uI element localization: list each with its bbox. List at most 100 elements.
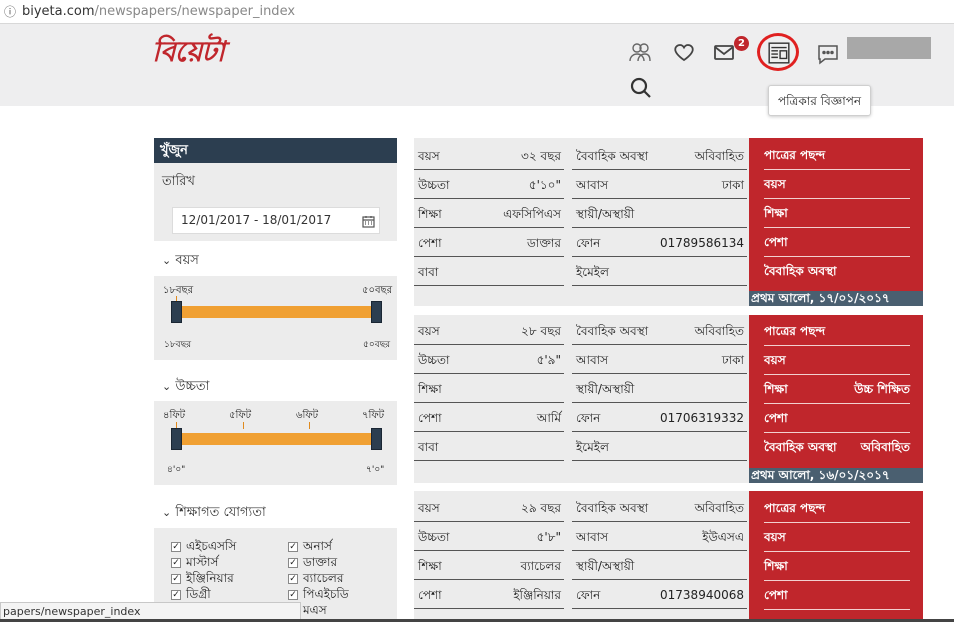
ad-card: বয়স ২৯ বছর বৈবাহিক অবস্থা অবিবাহিত উচ্চতা…: [414, 491, 923, 622]
pref-key: পেশা: [764, 588, 788, 602]
date-range-input[interactable]: 12/01/2017 - 18/01/2017: [172, 207, 380, 234]
preference-panel: পাত্রের পছন্দ বয়স শিক্ষা পেশা বৈবাহিক অ…: [749, 138, 923, 291]
checkbox-checked-icon[interactable]: ✓: [288, 557, 298, 568]
pref-key: শিক্ষা: [764, 559, 788, 573]
education-checkbox[interactable]: ✓ ইঞ্জিনিয়ার: [171, 571, 234, 585]
detail-cell: শিক্ষা ব্যাচেলর: [414, 552, 564, 580]
detail-key: বয়স: [418, 501, 440, 515]
height-tick: ৬ফিট: [296, 410, 319, 421]
date-label: তারিখ: [162, 174, 195, 189]
detail-key: আবাস: [576, 178, 609, 192]
education-checkbox[interactable]: ✓ ডাক্তার: [288, 555, 337, 569]
detail-key: স্থায়ী/অস্থায়ী: [576, 207, 635, 221]
checkbox-checked-icon[interactable]: ✓: [288, 541, 298, 552]
detail-cell: শিক্ষা এফসিপিএস: [414, 200, 564, 228]
detail-cell: ফোন 01738940068: [572, 581, 747, 609]
height-tick: ৪ফিট: [163, 410, 186, 421]
mail-icon[interactable]: [712, 40, 736, 64]
detail-cell: উচ্চতা ৫'৯": [414, 346, 564, 374]
detail-value: ঢাকা: [721, 178, 744, 192]
detail-cell: স্থায়ী/অস্থায়ী: [572, 200, 747, 228]
url-path: /newspapers/newspaper_index: [94, 4, 296, 19]
height-min-handle[interactable]: [171, 428, 182, 450]
pref-row: বয়স: [764, 523, 910, 552]
detail-key: বাবা: [418, 265, 439, 279]
detail-key: ইমেইল: [576, 265, 609, 279]
checkbox-label: এইচএসসি: [186, 539, 237, 553]
user-name-box[interactable]: [847, 37, 931, 59]
height-max-handle[interactable]: [371, 428, 382, 450]
pref-row: পেশা: [764, 228, 910, 257]
ad-details: বয়স ৩২ বছর বৈবাহিক অবস্থা অবিবাহিত উচ্চতা…: [414, 138, 749, 306]
pref-key: বয়স: [764, 177, 786, 191]
detail-cell: বৈবাহিক অবস্থা অবিবাহিত: [572, 494, 747, 522]
age-max-tick: ৫০বছর: [362, 285, 393, 296]
height-filter-toggle[interactable]: ⌄ উচ্চতা: [162, 377, 209, 398]
age-max-handle[interactable]: [371, 301, 382, 323]
users-icon[interactable]: [628, 40, 652, 64]
detail-key: শিক্ষা: [418, 207, 442, 221]
age-min-handle[interactable]: [171, 301, 182, 323]
pref-key: বৈবাহিক অবস্থা: [764, 440, 837, 454]
detail-value: ২৯ বছর: [521, 501, 561, 515]
pref-row: শিক্ষা: [764, 199, 910, 228]
height-tick: ৭ফিট: [362, 410, 385, 421]
detail-key: ফোন: [576, 588, 601, 602]
age-slider-track[interactable]: [176, 306, 376, 318]
checkbox-label: ডিগ্রী: [186, 587, 211, 601]
detail-value: ডাক্তার: [526, 236, 561, 250]
chevron-down-icon: ⌄: [162, 254, 172, 267]
education-label: শিক্ষাগত যোগ্যতা: [175, 505, 266, 520]
search-icon[interactable]: [629, 76, 653, 100]
age-label: বয়স: [175, 253, 199, 268]
checkbox-checked-icon[interactable]: ✓: [288, 589, 298, 600]
address-bar[interactable]: ⓘ biyeta.com/newspapers/newspaper_index: [0, 0, 954, 24]
pref-row: শিক্ষা উচ্চ শিক্ষিত: [764, 375, 910, 404]
education-checkbox[interactable]: ✓ ব্যাচেলর: [288, 571, 343, 585]
pref-key: পাত্রের পছন্দ: [764, 324, 826, 338]
education-checkbox[interactable]: ✓ মাস্টার্স: [171, 555, 218, 569]
age-min-tick: ১৮বছর: [163, 285, 194, 296]
calendar-icon[interactable]: [362, 213, 375, 228]
education-checkbox[interactable]: ✓ পিএইচডি: [288, 587, 349, 601]
detail-value: ২৮ বছর: [521, 324, 561, 338]
education-checkbox[interactable]: ✓ ডিগ্রী: [171, 587, 211, 601]
detail-key: বৈবাহিক অবস্থা: [576, 149, 649, 163]
detail-value: এফসিপিএস: [503, 207, 561, 221]
detail-value: ঢাকা: [721, 353, 744, 367]
education-checkbox[interactable]: ✓ অনার্স: [288, 539, 332, 553]
detail-cell: ইমেইল: [572, 258, 747, 286]
checkbox-checked-icon[interactable]: ✓: [171, 589, 181, 600]
pref-value: উচ্চ শিক্ষিত: [854, 382, 910, 396]
site-logo[interactable]: বিয়েটা: [152, 30, 225, 77]
checkbox-checked-icon[interactable]: ✓: [171, 541, 181, 552]
age-filter-toggle[interactable]: ⌄ বয়স: [162, 251, 199, 272]
checkbox-checked-icon[interactable]: ✓: [288, 573, 298, 584]
detail-key: স্থায়ী/অস্থায়ী: [576, 559, 635, 573]
sidebar-title: খুঁজুন: [154, 138, 397, 163]
height-slider-track[interactable]: [176, 433, 376, 445]
pref-key: পাত্রের পছন্দ: [764, 148, 826, 162]
checkbox-checked-icon[interactable]: ✓: [171, 573, 181, 584]
pref-key: বয়স: [764, 353, 786, 367]
heart-icon[interactable]: [672, 40, 696, 64]
site-info-icon[interactable]: ⓘ: [4, 0, 16, 24]
preference-panel: পাত্রের পছন্দ বয়স শিক্ষা উচ্চ শিক্ষিত পে…: [749, 315, 923, 468]
detail-key: স্থায়ী/অস্থায়ী: [576, 382, 635, 396]
detail-value: অবিবাহিত: [694, 324, 744, 338]
pref-row: বয়স: [764, 170, 910, 199]
education-checkbox[interactable]: ✓ এইচএসসি: [171, 539, 236, 553]
detail-value: ৫'৮": [536, 530, 561, 544]
checkbox-checked-icon[interactable]: ✓: [171, 557, 181, 568]
url-host: biyeta.com: [22, 4, 95, 19]
chat-icon[interactable]: [816, 42, 840, 66]
detail-key: শিক্ষা: [418, 382, 442, 396]
checkbox-label-partial: মএস: [303, 603, 327, 617]
pref-row: বৈবাহিক অবস্থা অবিবাহিত: [764, 433, 910, 462]
highlight-circle: [757, 33, 799, 71]
tooltip: পত্রিকার বিজ্ঞাপন: [768, 85, 871, 116]
education-filter-toggle[interactable]: ⌄ শিক্ষাগত যোগ্যতা: [162, 503, 266, 524]
newspaper-source: প্রথম আলো, ১৭/০১/২০১৭: [749, 291, 923, 306]
detail-key: আবাস: [576, 353, 609, 367]
detail-value: ব্যাচেলর: [520, 559, 561, 573]
